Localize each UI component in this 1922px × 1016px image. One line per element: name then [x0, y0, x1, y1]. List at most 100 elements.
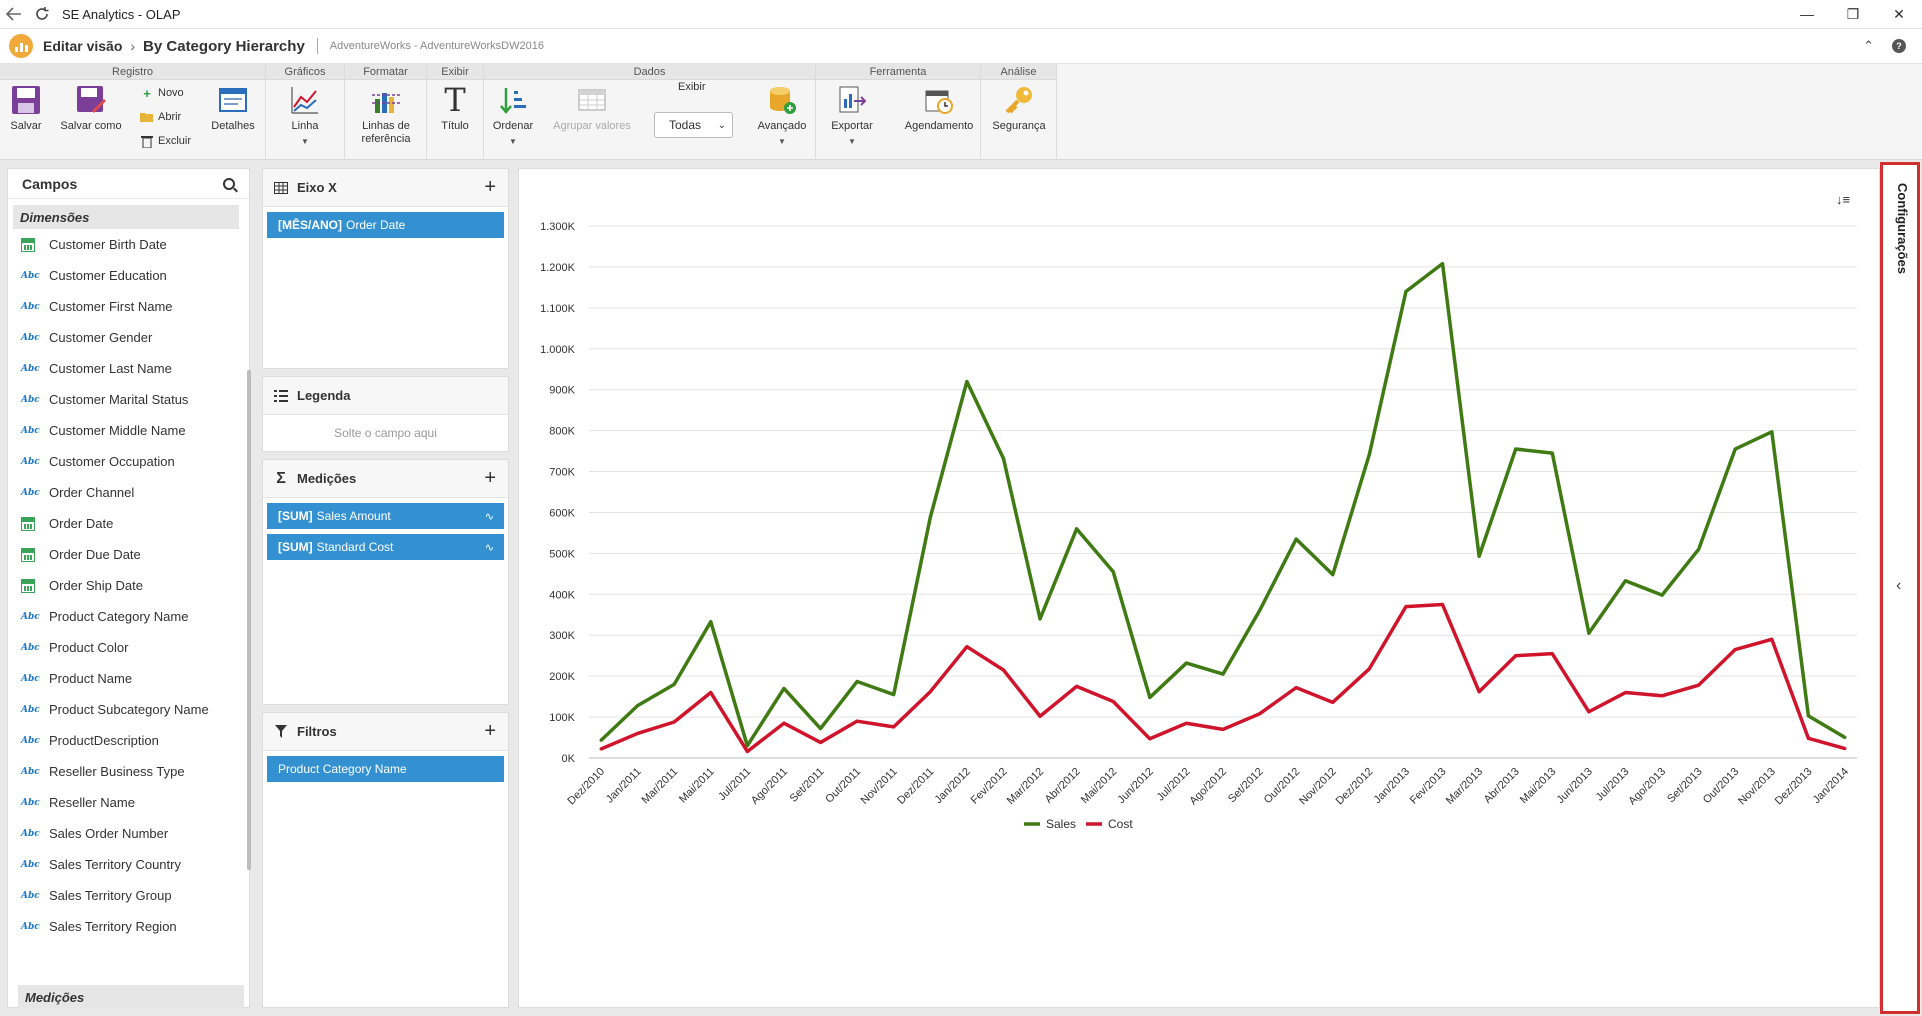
x-tick-label: Out/2011: [823, 766, 863, 806]
save-button[interactable]: Salvar: [6, 84, 46, 133]
field-item[interactable]: Abc Customer Occupation: [8, 446, 249, 477]
reference-lines-button[interactable]: Linhas de referência: [353, 84, 419, 146]
legend-drop-zone[interactable]: Solte o campo aqui: [263, 415, 508, 451]
chevron-left-icon[interactable]: ‹: [1896, 577, 1901, 595]
field-item[interactable]: Abc Customer Gender: [8, 322, 249, 353]
back-arrow-icon[interactable]: [0, 0, 28, 28]
field-item[interactable]: Abc Customer First Name: [8, 291, 249, 322]
measures-header: Σ Medições +: [263, 460, 508, 498]
data-point: [1038, 617, 1042, 621]
x-tick-label: Abr/2013: [1482, 766, 1522, 806]
sort-chart-icon[interactable]: ↓≡: [1836, 192, 1850, 207]
measure-chip-standard-cost[interactable]: [SUM] Standard Cost ∿: [267, 534, 504, 560]
field-item[interactable]: Abc Sales Territory Region: [8, 911, 249, 942]
minimize-button[interactable]: —: [1784, 0, 1830, 28]
field-item[interactable]: Abc Product Name: [8, 663, 249, 694]
line-chart-button[interactable]: Linha ▼: [284, 84, 326, 148]
add-x-axis-icon[interactable]: +: [484, 176, 496, 199]
y-tick-label: 200K: [549, 671, 575, 683]
measure-chip-sales-amount[interactable]: [SUM] Sales Amount ∿: [267, 503, 504, 529]
settings-sidebar[interactable]: Configurações ‹: [1880, 162, 1920, 1014]
exibir-select[interactable]: Todas ⌄: [654, 112, 733, 138]
data-point: [1477, 690, 1481, 694]
filter-funnel-icon: [273, 725, 289, 738]
line-chart-small-icon[interactable]: ∿: [485, 541, 494, 554]
export-button[interactable]: Exportar ▼: [826, 84, 878, 148]
add-filter-icon[interactable]: +: [484, 720, 496, 743]
measures-section[interactable]: Medições: [18, 985, 244, 1009]
field-item[interactable]: Order Due Date: [8, 539, 249, 570]
data-point: [1001, 668, 1005, 672]
chip-prefix: [MÊS/ANO]: [278, 218, 342, 232]
field-item[interactable]: Abc Reseller Name: [8, 787, 249, 818]
field-label: Customer Marital Status: [49, 392, 189, 407]
line-chart-small-icon[interactable]: ∿: [485, 510, 494, 523]
collapse-up-icon[interactable]: ⌃: [1863, 38, 1874, 54]
schedule-button[interactable]: Agendamento: [902, 84, 976, 133]
field-label: Sales Order Number: [49, 826, 169, 841]
field-item[interactable]: Abc Product Color: [8, 632, 249, 663]
search-icon[interactable]: [223, 177, 235, 190]
breadcrumb-edit-view[interactable]: Editar visão: [43, 38, 122, 54]
refresh-icon[interactable]: [28, 0, 56, 28]
main-area: Campos Dimensões Customer Birth Date Abc C…: [0, 160, 1922, 1016]
data-point: [1367, 452, 1371, 456]
field-item[interactable]: Abc Product Subcategory Name: [8, 694, 249, 725]
field-item[interactable]: Abc Sales Territory Country: [8, 849, 249, 880]
x-tick-label: Abr/2012: [1043, 766, 1083, 806]
field-item[interactable]: Customer Birth Date: [8, 229, 249, 260]
group-values-button[interactable]: Agrupar valores: [550, 84, 634, 133]
field-item[interactable]: Abc Reseller Business Type: [8, 756, 249, 787]
calendar-icon: [21, 237, 35, 252]
save-as-button[interactable]: Salvar como: [58, 84, 124, 133]
sort-button[interactable]: Ordenar ▼: [490, 84, 536, 148]
field-item[interactable]: Abc Customer Middle Name: [8, 415, 249, 446]
dimensions-section[interactable]: Dimensões: [13, 205, 239, 229]
open-label: Abrir: [158, 111, 182, 123]
close-button[interactable]: ✕: [1876, 0, 1922, 28]
maximize-button[interactable]: ❐: [1830, 0, 1876, 28]
advanced-button[interactable]: Avançado ▼: [752, 84, 812, 148]
details-label: Detalhes: [211, 120, 255, 132]
field-item[interactable]: Abc Sales Order Number: [8, 818, 249, 849]
dimensions-label: Dimensões: [20, 209, 90, 225]
x-tick-label: Nov/2011: [859, 766, 900, 807]
field-item[interactable]: Abc Customer Education: [8, 260, 249, 291]
security-button[interactable]: Segurança: [989, 84, 1049, 133]
help-icon[interactable]: ?: [1892, 39, 1906, 53]
new-button[interactable]: + Novo: [140, 86, 184, 101]
open-button[interactable]: Abrir: [140, 110, 181, 124]
y-tick-label: 700K: [549, 467, 575, 479]
ribbon-group-exibir: Exibir T Título: [427, 64, 484, 160]
details-button[interactable]: Detalhes: [208, 84, 258, 133]
filter-chip-product-category[interactable]: Product Category Name: [267, 756, 504, 782]
data-point: [1001, 456, 1005, 460]
field-item[interactable]: Abc Sales Territory Group: [8, 880, 249, 911]
field-item[interactable]: Abc Product Category Name: [8, 601, 249, 632]
field-item[interactable]: Abc Order Channel: [8, 477, 249, 508]
data-point: [1221, 727, 1225, 731]
data-point: [1806, 714, 1810, 718]
x-tick-label: Ago/2011: [749, 766, 790, 807]
text-abc-icon: Abc: [21, 425, 40, 436]
y-tick-label: 400K: [549, 589, 575, 601]
data-point: [1550, 652, 1554, 656]
fields-panel-title: Campos: [22, 175, 78, 192]
x-axis-chip-order-date[interactable]: [MÊS/ANO] Order Date: [267, 212, 504, 238]
field-item[interactable]: Order Ship Date: [8, 570, 249, 601]
text-abc-icon: Abc: [21, 611, 40, 622]
field-item[interactable]: Order Date: [8, 508, 249, 539]
field-item[interactable]: Abc ProductDescription: [8, 725, 249, 756]
data-point: [1221, 672, 1225, 676]
add-measure-icon[interactable]: +: [484, 467, 496, 490]
fields-scrollbar[interactable]: [247, 370, 251, 870]
field-label: Sales Territory Group: [49, 888, 172, 903]
field-item[interactable]: Abc Customer Marital Status: [8, 384, 249, 415]
delete-button[interactable]: Excluir: [140, 134, 191, 148]
title-button[interactable]: T Título: [435, 84, 475, 133]
field-item[interactable]: Abc Customer Last Name: [8, 353, 249, 384]
x-tick-label: Set/2011: [788, 766, 827, 805]
data-point: [1331, 700, 1335, 704]
advanced-label: Avançado: [757, 120, 807, 132]
new-label: Novo: [158, 87, 184, 99]
